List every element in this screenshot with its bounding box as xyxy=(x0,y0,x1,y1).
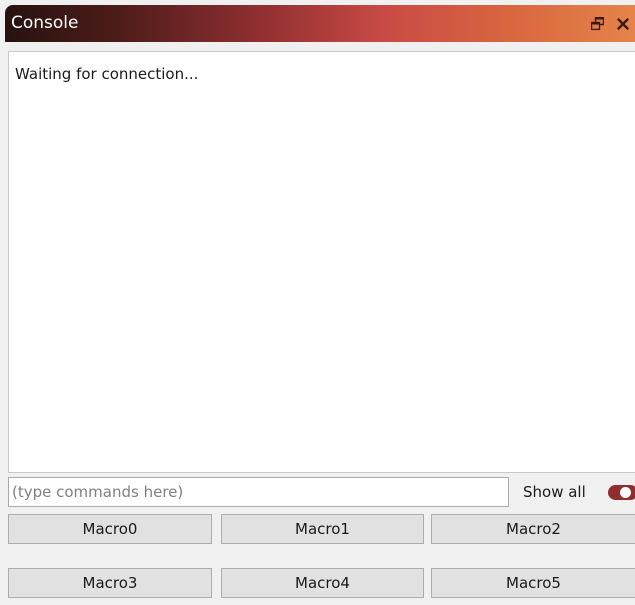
title-bar[interactable]: Console xyxy=(5,5,635,42)
macro5-button[interactable]: Macro5 xyxy=(431,568,635,598)
command-input[interactable] xyxy=(8,477,509,507)
toggle-knob xyxy=(620,487,631,498)
macro1-button[interactable]: Macro1 xyxy=(221,514,424,544)
close-icon[interactable] xyxy=(614,15,632,33)
show-all-label: Show all xyxy=(523,483,586,501)
console-panel: Console Waiting for connection... Show a… xyxy=(0,0,635,605)
macro0-button[interactable]: Macro0 xyxy=(8,514,212,544)
float-restore-icon[interactable] xyxy=(589,15,605,31)
show-all-toggle[interactable] xyxy=(608,485,635,500)
console-output-text: Waiting for connection... xyxy=(15,65,199,83)
macro2-button[interactable]: Macro2 xyxy=(431,514,635,544)
macro3-button[interactable]: Macro3 xyxy=(8,568,212,598)
console-output[interactable]: Waiting for connection... xyxy=(8,51,635,473)
panel-title: Console xyxy=(11,13,79,33)
macro4-button[interactable]: Macro4 xyxy=(221,568,424,598)
